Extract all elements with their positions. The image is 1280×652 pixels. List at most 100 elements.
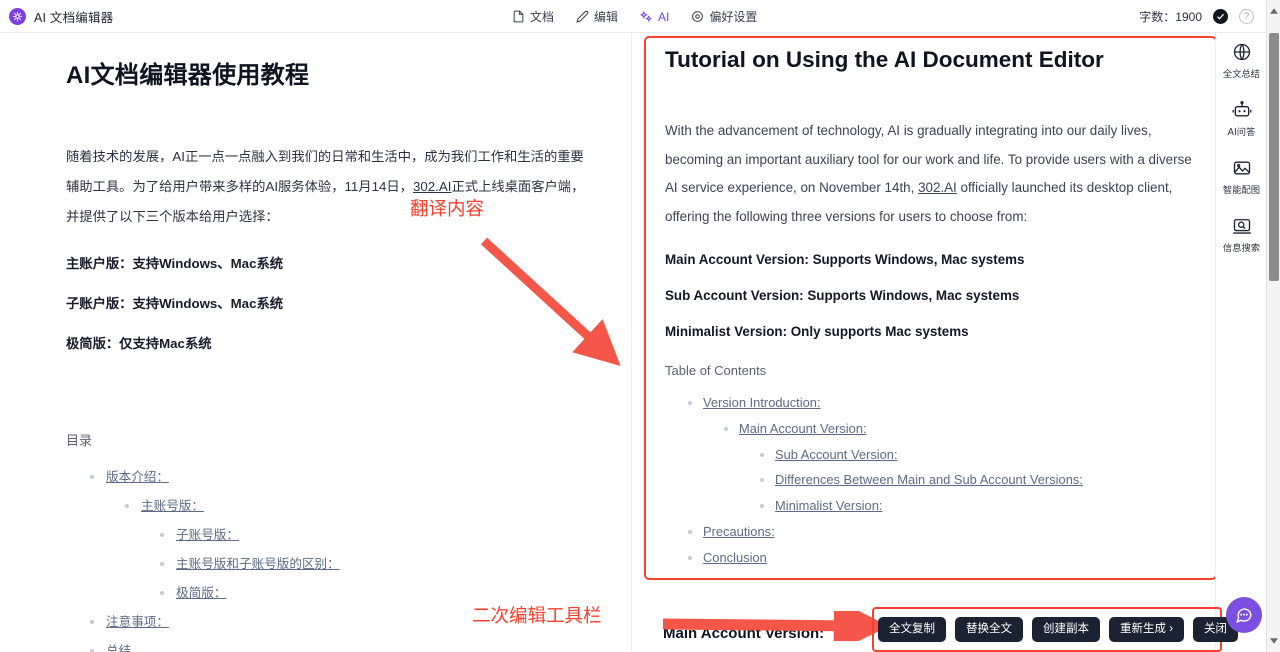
toc-link-sub-account[interactable]: 子账号版： bbox=[176, 528, 239, 542]
translation-pane[interactable]: Tutorial on Using the AI Document Editor… bbox=[633, 33, 1225, 652]
scroll-down-arrow[interactable] bbox=[1267, 634, 1280, 648]
app-logo-icon bbox=[9, 7, 26, 25]
toc-sublist: 主账号版： 子账号版： 主账号版和子账号版的区别： 极简版： bbox=[106, 492, 591, 608]
bullet-icon bbox=[90, 475, 94, 479]
check-circle-icon[interactable] bbox=[1213, 9, 1228, 24]
secondary-edit-toolbar: 全文复制 替换全文 创建副本 重新生成 › 关闭 bbox=[878, 612, 1239, 647]
menu-item-ai[interactable]: AI bbox=[640, 10, 669, 24]
trans-toc-link-version-intro[interactable]: Version Introduction: bbox=[703, 395, 821, 410]
trans-toc-link-minimalist[interactable]: Minimalist Version: bbox=[775, 498, 882, 513]
top-menu: 文档 编辑 AI 偏好设置 bbox=[512, 0, 757, 33]
gear-icon bbox=[691, 10, 704, 23]
list-item[interactable]: Version Introduction: Main Account Versi… bbox=[688, 390, 1193, 519]
sidebar-item-full-summary[interactable]: 全文总结 bbox=[1216, 42, 1267, 80]
document-icon bbox=[512, 10, 525, 23]
toc-link-precautions[interactable]: 注意事项： bbox=[106, 615, 169, 629]
sidebar-label-info-search: 信息搜索 bbox=[1222, 243, 1261, 254]
caret-down-icon bbox=[1270, 638, 1278, 644]
list-item[interactable]: 版本介绍： 主账号版： 子账号版： 主账号版和子账号版的区别： 极简版： bbox=[90, 463, 591, 608]
list-item[interactable]: Sub Account Version: bbox=[760, 442, 1193, 468]
sidebar-item-ai-qa[interactable]: AI问答 bbox=[1216, 100, 1267, 138]
bullet-icon bbox=[724, 426, 728, 431]
annotation-arrow-toolbar bbox=[662, 611, 889, 641]
scroll-up-arrow[interactable] bbox=[1267, 4, 1280, 18]
caret-up-icon bbox=[1270, 8, 1278, 14]
pencil-icon bbox=[576, 10, 589, 23]
list-item[interactable]: Main Account Version: Sub Account Versio… bbox=[724, 416, 1193, 519]
sidebar-item-smart-image[interactable]: 智能配图 bbox=[1216, 158, 1267, 196]
menu-item-edit[interactable]: 编辑 bbox=[576, 8, 618, 25]
menu-item-document[interactable]: 文档 bbox=[512, 8, 554, 25]
list-item[interactable]: Minimalist Version: bbox=[760, 493, 1193, 519]
page-title: AI文档编辑器使用教程 bbox=[66, 62, 310, 89]
document-paragraph: 随着技术的发展，AI正一点一点融入到我们的日常和生活中，成为我们工作和生活的重要… bbox=[66, 142, 591, 232]
toc-sublist: 子账号版： 主账号版和子账号版的区别： 极简版： bbox=[141, 521, 591, 608]
bullet-icon bbox=[760, 452, 764, 457]
search-screen-icon bbox=[1232, 216, 1252, 236]
image-icon bbox=[1232, 158, 1252, 178]
toc-link-conclusion[interactable]: 总结 bbox=[106, 644, 131, 652]
toc-label: 目录 bbox=[66, 433, 93, 448]
trans-toc-link-sub-account[interactable]: Sub Account Version: bbox=[775, 447, 898, 462]
sidebar-item-info-search[interactable]: 信息搜索 bbox=[1216, 216, 1267, 254]
list-item[interactable]: Precautions: bbox=[688, 519, 1193, 545]
link-302ai[interactable]: 302.AI bbox=[918, 180, 957, 195]
menu-label-edit: 编辑 bbox=[594, 10, 619, 24]
regenerate-button[interactable]: 重新生成 › bbox=[1109, 616, 1185, 643]
trans-toc-link-precautions[interactable]: Precautions: bbox=[703, 524, 775, 539]
toc-sublist: Sub Account Version: Differences Between… bbox=[739, 442, 1193, 519]
bullet-icon bbox=[160, 562, 164, 566]
toc-link-differences[interactable]: 主账号版和子账号版的区别： bbox=[176, 557, 340, 571]
annotation-edit-toolbar: 二次编辑工具栏 bbox=[472, 606, 602, 627]
toc-link-minimalist[interactable]: 极简版： bbox=[176, 586, 226, 600]
scrollbar-thumb[interactable] bbox=[1269, 33, 1279, 281]
replace-all-button[interactable]: 替换全文 bbox=[955, 616, 1023, 643]
page-scrollbar[interactable] bbox=[1266, 0, 1280, 652]
list-item[interactable]: Conclusion bbox=[688, 545, 1193, 571]
menu-label-preferences: 偏好设置 bbox=[709, 10, 758, 24]
list-item[interactable]: 总结 bbox=[90, 637, 591, 652]
chat-bubble-icon bbox=[1236, 608, 1252, 623]
toc-link-version-intro[interactable]: 版本介绍： bbox=[106, 470, 169, 484]
translation-version-sub: Sub Account Version: Supports Windows, M… bbox=[665, 288, 1020, 303]
sparkle-icon bbox=[640, 10, 653, 23]
bullet-icon bbox=[688, 529, 692, 534]
bullet-icon bbox=[125, 504, 129, 508]
bullet-icon bbox=[688, 401, 692, 405]
app-title: AI 文档编辑器 bbox=[34, 10, 114, 25]
list-item[interactable]: 主账号版和子账号版的区别： bbox=[160, 550, 591, 579]
create-copy-button[interactable]: 创建副本 bbox=[1032, 616, 1100, 643]
list-item[interactable]: 主账号版： 子账号版： 主账号版和子账号版的区别： 极简版： bbox=[125, 492, 591, 608]
trans-toc-link-conclusion[interactable]: Conclusion bbox=[703, 550, 767, 565]
trans-toc-link-main-account[interactable]: Main Account Version: bbox=[739, 421, 867, 436]
translation-toc-label: Table of Contents bbox=[665, 363, 767, 378]
annotation-translate-content: 翻译内容 bbox=[410, 199, 485, 220]
toc-link-main-account[interactable]: 主账号版： bbox=[141, 499, 204, 513]
word-count: 字数：1900 bbox=[1139, 10, 1202, 24]
bullet-icon bbox=[160, 533, 164, 537]
globe-summary-icon bbox=[1232, 42, 1252, 62]
translation-version-main: Main Account Version: Supports Windows, … bbox=[665, 252, 1025, 267]
copy-all-button[interactable]: 全文复制 bbox=[878, 616, 946, 643]
list-item[interactable]: 子账号版： bbox=[160, 521, 591, 550]
menu-item-preferences[interactable]: 偏好设置 bbox=[691, 8, 757, 25]
help-circle-icon[interactable]: ? bbox=[1239, 9, 1254, 24]
link-302ai[interactable]: 302.AI bbox=[413, 179, 451, 194]
menu-label-document: 文档 bbox=[530, 10, 555, 24]
translation-table-of-contents: Version Introduction: Main Account Versi… bbox=[665, 390, 1193, 571]
sidebar-label-full-summary: 全文总结 bbox=[1222, 69, 1261, 80]
bullet-icon bbox=[760, 478, 764, 483]
robot-icon bbox=[1232, 100, 1252, 120]
chat-fab-button[interactable] bbox=[1226, 597, 1262, 633]
bullet-icon bbox=[688, 555, 692, 560]
translation-version-minimal: Minimalist Version: Only supports Mac sy… bbox=[665, 324, 969, 339]
trans-toc-link-differences[interactable]: Differences Between Main and Sub Account… bbox=[775, 472, 1083, 487]
bullet-icon bbox=[160, 591, 164, 595]
list-item[interactable]: Differences Between Main and Sub Account… bbox=[760, 467, 1193, 493]
annotation-arrow-translate bbox=[480, 237, 621, 367]
brand: AI 文档编辑器 bbox=[0, 7, 113, 26]
translation-result-box[interactable]: Tutorial on Using the AI Document Editor… bbox=[644, 36, 1217, 580]
translation-title: Tutorial on Using the AI Document Editor bbox=[665, 47, 1104, 72]
bullet-icon bbox=[90, 620, 94, 624]
sidebar-label-ai-qa: AI问答 bbox=[1227, 127, 1256, 138]
